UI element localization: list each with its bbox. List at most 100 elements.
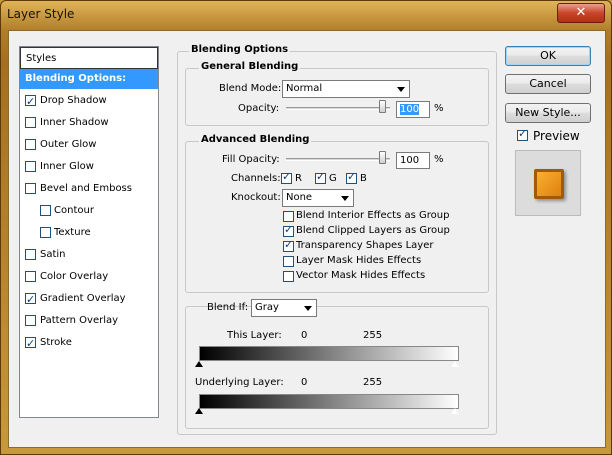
style-item-label: Inner Shadow xyxy=(40,117,109,128)
style-item-drop-shadow[interactable]: Drop Shadow xyxy=(20,91,158,112)
chevron-down-icon xyxy=(304,306,312,311)
opacity-slider-thumb[interactable] xyxy=(379,100,386,113)
blend-if-group xyxy=(185,306,489,429)
title-bar[interactable]: Layer Style ✕ xyxy=(1,1,611,29)
style-item-blending-options-default[interactable]: Blending Options: Default xyxy=(20,69,158,104)
preview-swatch xyxy=(534,169,564,199)
style-item-label: Drop Shadow xyxy=(40,95,107,106)
style-checkbox[interactable] xyxy=(25,117,36,128)
fill-opacity-input[interactable]: 100 xyxy=(396,152,430,169)
underlying-layer-high-value: 255 xyxy=(363,377,383,388)
this-layer-gradient xyxy=(199,346,459,361)
preview-label: Preview xyxy=(533,129,580,143)
style-item-contour[interactable]: Contour xyxy=(20,201,158,221)
blend-mode-value: Normal xyxy=(286,83,323,94)
underlying-layer-low-value: 0 xyxy=(301,377,308,388)
new-style-button[interactable]: New Style... xyxy=(505,103,591,123)
underlying-layer-black-slider[interactable] xyxy=(195,408,203,414)
close-button[interactable]: ✕ xyxy=(557,3,605,23)
advanced-option-checkbox[interactable] xyxy=(283,238,294,252)
style-item-label: Bevel and Emboss xyxy=(40,183,132,194)
preview-checkbox[interactable] xyxy=(517,127,528,141)
cancel-button[interactable]: Cancel xyxy=(505,74,591,94)
style-checkbox[interactable] xyxy=(40,227,51,238)
dialog-client: Styles Blending Options: DefaultDrop Sha… xyxy=(8,30,606,448)
fill-opacity-label: Fill Opacity: xyxy=(222,154,280,165)
advanced-option-checkbox[interactable] xyxy=(283,211,294,222)
advanced-option-label: Blend Clipped Layers as Group xyxy=(296,225,450,236)
styles-list: Styles Blending Options: DefaultDrop Sha… xyxy=(19,46,159,418)
knockout-select[interactable]: None xyxy=(282,189,354,207)
style-item-label: Stroke xyxy=(40,337,72,348)
underlying-layer-gradient xyxy=(199,394,459,409)
advanced-option-label: Transparency Shapes Layer xyxy=(296,240,434,251)
blend-if-select[interactable]: Gray xyxy=(251,299,317,317)
style-item-label: Color Overlay xyxy=(40,271,109,282)
style-checkbox[interactable] xyxy=(25,249,36,260)
channel-b-checkbox[interactable] xyxy=(346,170,357,184)
style-item-outer-glow[interactable]: Outer Glow xyxy=(20,135,158,155)
style-checkbox[interactable] xyxy=(25,161,36,172)
opacity-input[interactable]: 100 xyxy=(396,101,430,118)
style-checkbox[interactable] xyxy=(25,183,36,194)
this-layer-white-slider[interactable] xyxy=(450,360,460,368)
chevron-down-icon xyxy=(341,196,349,201)
blend-if-value: Gray xyxy=(255,302,279,313)
knockout-label: Knockout: xyxy=(231,192,281,203)
opacity-slider-track[interactable] xyxy=(286,107,390,110)
channel-g-label: G xyxy=(329,173,337,184)
style-item-stroke[interactable]: Stroke xyxy=(20,333,158,354)
this-layer-black-slider[interactable] xyxy=(195,361,203,367)
knockout-value: None xyxy=(286,192,313,203)
style-item-label: Contour xyxy=(54,205,94,216)
this-layer-label: This Layer: xyxy=(227,330,282,341)
opacity-unit: % xyxy=(434,103,444,114)
underlying-layer-label: Underlying Layer: xyxy=(195,377,284,388)
advanced-option-checkbox[interactable] xyxy=(283,271,294,282)
channel-b-label: B xyxy=(360,173,367,184)
style-item-gradient-overlay[interactable]: Gradient Overlay xyxy=(20,289,158,310)
style-item-pattern-overlay[interactable]: Pattern Overlay xyxy=(20,311,158,331)
advanced-option-checkbox[interactable] xyxy=(283,223,294,237)
style-checkbox[interactable] xyxy=(40,205,51,216)
style-checkbox[interactable] xyxy=(25,92,36,112)
style-item-label: Gradient Overlay xyxy=(40,293,126,304)
advanced-option-label: Blend Interior Effects as Group xyxy=(296,210,450,221)
preview-thumbnail xyxy=(515,150,581,216)
underlying-layer-white-slider[interactable] xyxy=(450,407,460,415)
style-item-inner-glow[interactable]: Inner Glow xyxy=(20,157,158,177)
style-item-label: Texture xyxy=(54,227,91,238)
channels-label: Channels: xyxy=(231,173,281,184)
style-checkbox[interactable] xyxy=(25,271,36,282)
blend-mode-label: Blend Mode: xyxy=(219,83,282,94)
style-checkbox[interactable] xyxy=(25,334,36,354)
style-item-label: Inner Glow xyxy=(40,161,94,172)
style-checkbox[interactable] xyxy=(25,315,36,326)
blend-if-label: Blend If: xyxy=(207,302,249,313)
fill-opacity-slider-track[interactable] xyxy=(286,158,390,161)
style-item-bevel-and-emboss[interactable]: Bevel and Emboss xyxy=(20,179,158,199)
advanced-blending-title: Advanced Blending xyxy=(199,134,312,145)
style-item-color-overlay[interactable]: Color Overlay xyxy=(20,267,158,287)
style-item-label: Outer Glow xyxy=(40,139,97,150)
fill-opacity-unit: % xyxy=(434,154,444,165)
fill-opacity-slider-thumb[interactable] xyxy=(379,151,386,164)
advanced-option-label: Vector Mask Hides Effects xyxy=(296,270,426,281)
chevron-down-icon xyxy=(397,87,405,92)
close-icon: ✕ xyxy=(575,5,587,20)
style-item-label: Satin xyxy=(40,249,66,260)
style-item-texture[interactable]: Texture xyxy=(20,223,158,243)
style-checkbox[interactable] xyxy=(25,290,36,310)
style-checkbox[interactable] xyxy=(25,139,36,150)
ok-button[interactable]: OK xyxy=(505,46,591,66)
blend-mode-select[interactable]: Normal xyxy=(282,80,410,98)
channel-g-checkbox[interactable] xyxy=(315,170,326,184)
advanced-option-label: Layer Mask Hides Effects xyxy=(296,255,422,266)
channel-r-checkbox[interactable] xyxy=(281,170,292,184)
style-item-satin[interactable]: Satin xyxy=(20,245,158,265)
advanced-option-checkbox[interactable] xyxy=(283,256,294,267)
opacity-label: Opacity: xyxy=(238,103,280,114)
styles-header[interactable]: Styles xyxy=(20,47,158,69)
style-item-inner-shadow[interactable]: Inner Shadow xyxy=(20,113,158,133)
style-item-label: Pattern Overlay xyxy=(40,315,119,326)
